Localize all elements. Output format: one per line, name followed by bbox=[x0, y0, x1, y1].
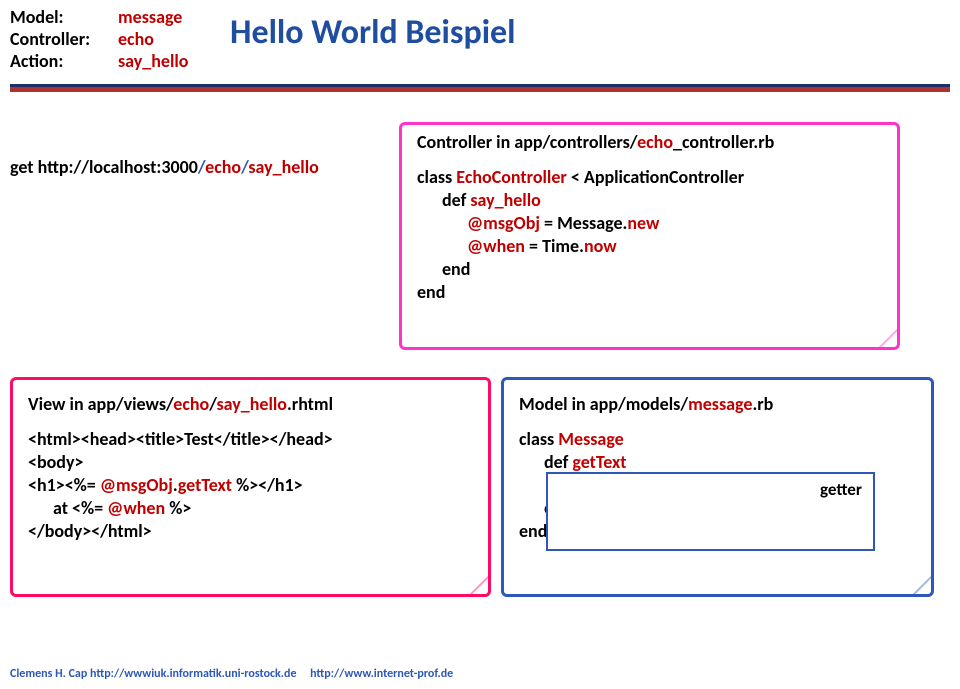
view-ext: .rhtml bbox=[287, 393, 333, 415]
sep: / bbox=[209, 393, 216, 415]
fold-corner bbox=[913, 576, 931, 594]
class-name: Message bbox=[558, 428, 623, 450]
kw-end: end bbox=[417, 281, 445, 303]
url1: http://wwwiuk.informatik.uni-rostock.de bbox=[90, 667, 296, 681]
method-name: say_hello bbox=[470, 189, 540, 211]
controller-code-box: Controller in app/controllers/echo_contr… bbox=[399, 122, 900, 350]
request-action: say_hello bbox=[248, 156, 318, 178]
erb: %> bbox=[169, 497, 191, 519]
kw-def: def bbox=[544, 451, 572, 473]
ivar: @when bbox=[107, 497, 169, 519]
html-line: </body></html> bbox=[28, 520, 152, 542]
fold-corner bbox=[879, 329, 897, 347]
inherit: < ApplicationController bbox=[571, 166, 744, 188]
model-value: message bbox=[118, 6, 182, 28]
kw-class: class bbox=[417, 166, 456, 188]
footer: Clemens H. Cap http://wwwiuk.informatik.… bbox=[10, 667, 453, 681]
request-line: get http://localhost:3000/echo/say_hello bbox=[10, 156, 319, 178]
view-action: say_hello bbox=[217, 393, 287, 415]
controller-path: Controller in app/controllers/ bbox=[417, 131, 637, 153]
slide-title: Hello World Beispiel bbox=[230, 12, 516, 53]
class-name: EchoController bbox=[456, 166, 571, 188]
getter-label: getter bbox=[820, 479, 862, 500]
kw-end: end bbox=[519, 520, 547, 542]
request-prefix: get http://localhost:3000 bbox=[10, 156, 198, 178]
controller-ext: _controller.rb bbox=[673, 131, 774, 153]
controller-label: Controller: bbox=[10, 28, 118, 50]
request-controller: echo bbox=[205, 156, 241, 178]
view-path: View in app/views/ bbox=[28, 393, 173, 415]
controller-value: echo bbox=[118, 28, 154, 50]
html-line: <body> bbox=[28, 451, 83, 473]
call: new bbox=[627, 212, 659, 234]
ivar: @msgObj bbox=[100, 474, 173, 496]
action-label: Action: bbox=[10, 50, 118, 72]
model-path: Model in app/models/ bbox=[519, 393, 688, 415]
controller-name: echo bbox=[637, 131, 673, 153]
mvc-header: Model: message Controller: echo Action: … bbox=[10, 6, 188, 72]
url2: http://www.internet-prof.de bbox=[310, 667, 453, 681]
kw-end: end bbox=[442, 258, 470, 280]
ivar: @msgObj bbox=[467, 212, 544, 234]
erb: <h1><%= bbox=[28, 474, 100, 496]
model-label: Model: bbox=[10, 6, 118, 28]
call: now bbox=[584, 235, 617, 257]
erb: at <%= bbox=[53, 497, 107, 519]
html-line: <html><head><title>Test</title></head> bbox=[28, 428, 333, 450]
view-code-box: View in app/views/echo/say_hello.rhtml <… bbox=[10, 377, 491, 597]
method-name: getText bbox=[572, 451, 626, 473]
assign: = Message. bbox=[544, 212, 627, 234]
call: getText bbox=[178, 474, 236, 496]
view-controller: echo bbox=[173, 393, 209, 415]
ivar: @when bbox=[467, 235, 529, 257]
author: Clemens H. Cap bbox=[10, 667, 90, 681]
assign: = Time. bbox=[529, 235, 584, 257]
divider bbox=[10, 84, 950, 92]
kw-class: class bbox=[519, 428, 558, 450]
erb: %></h1> bbox=[236, 474, 303, 496]
model-file: message bbox=[688, 393, 752, 415]
kw-def: def bbox=[442, 189, 470, 211]
fold-corner bbox=[470, 576, 488, 594]
model-ext: .rb bbox=[752, 393, 773, 415]
action-value: say_hello bbox=[118, 50, 188, 72]
